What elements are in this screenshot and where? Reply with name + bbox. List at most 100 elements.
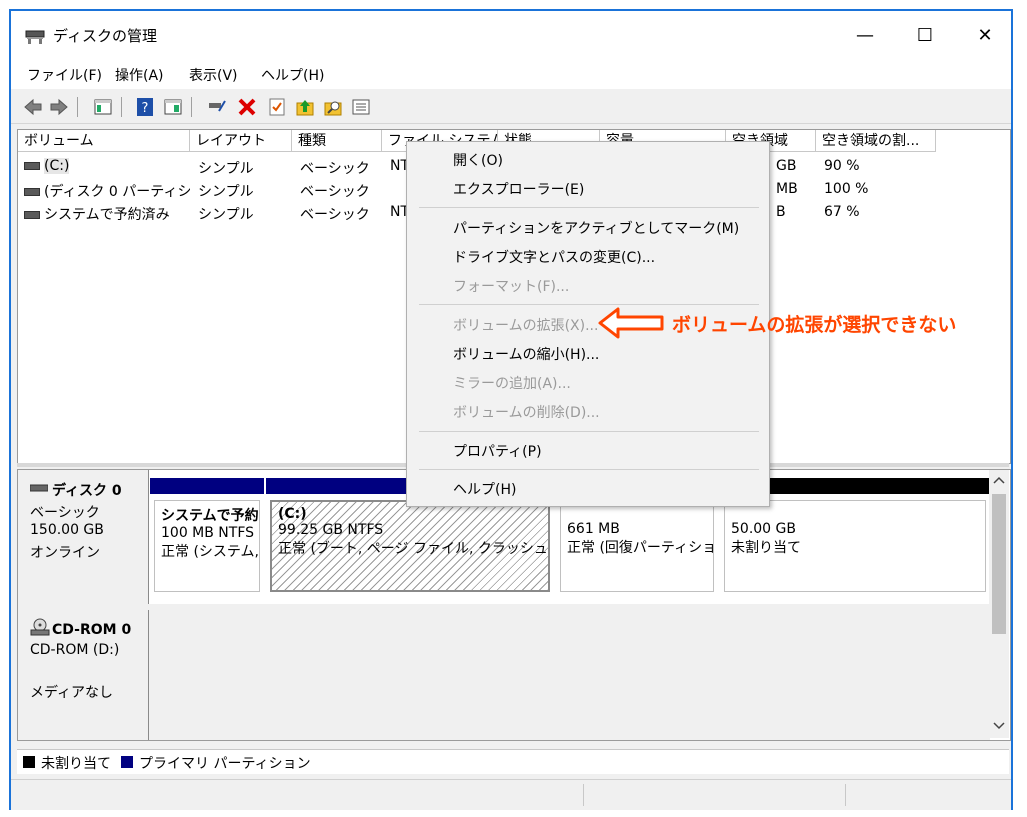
menu-item-delete-volume: ボリュームの削除(D)... bbox=[453, 405, 600, 421]
console-tree-icon[interactable] bbox=[93, 97, 113, 117]
column-header-free-percent[interactable]: 空き領域の割... bbox=[816, 130, 936, 152]
delete-icon[interactable] bbox=[237, 97, 257, 117]
volume-free-percent: 67 % bbox=[824, 204, 860, 220]
volume-free-percent: 100 % bbox=[824, 181, 869, 197]
partition-label: システムで予約 bbox=[161, 508, 259, 524]
disk-status: オンライン bbox=[30, 545, 100, 561]
volume-type: ベーシック bbox=[300, 207, 370, 223]
disk-map-scrollbar[interactable] bbox=[989, 470, 1009, 738]
up-folder-icon[interactable] bbox=[295, 97, 315, 117]
status-divider bbox=[845, 784, 846, 806]
volume-type: ベーシック bbox=[300, 161, 370, 177]
volume-layout: シンプル bbox=[198, 184, 254, 200]
partition-status: 正常 (ブート, ページ ファイル, クラッシュ ダンプ bbox=[278, 541, 548, 557]
close-button[interactable]: ✕ bbox=[965, 23, 1005, 49]
volume-free-space: MB bbox=[776, 181, 798, 197]
volume-name: (ディスク 0 パーティシ... bbox=[44, 184, 190, 200]
table-row-volume[interactable]: (ディスク 0 パーティシ... bbox=[24, 181, 190, 201]
hard-disk-icon bbox=[30, 484, 48, 492]
menu-item-help[interactable]: ヘルプ(H) bbox=[453, 479, 516, 499]
disk-name: ディスク 0 bbox=[52, 483, 122, 499]
minimize-button[interactable]: — bbox=[845, 23, 885, 49]
checklist-icon[interactable] bbox=[267, 97, 287, 117]
partition-label: (C:) bbox=[278, 506, 307, 522]
properties-window-icon[interactable] bbox=[163, 97, 183, 117]
toolbar-separator bbox=[191, 97, 192, 117]
volume-layout: シンプル bbox=[198, 161, 254, 177]
cdrom-0-info[interactable]: CD-ROM 0 CD-ROM (D:) メディアなし bbox=[18, 610, 149, 740]
menu-item-explorer[interactable]: エクスプローラー(E) bbox=[453, 179, 584, 199]
disk-type: CD-ROM (D:) bbox=[30, 642, 120, 658]
partition-body-selected: (C:) 99.25 GB NTFS 正常 (ブート, ページ ファイル, クラ… bbox=[270, 500, 550, 592]
menu-bar: ファイル(F) 操作(A) 表示(V) ヘルプ(H) bbox=[11, 59, 1011, 89]
volume-free-space: GB bbox=[776, 158, 797, 174]
toolbar: ? bbox=[11, 91, 1011, 124]
partition-status: 正常 (システム, bbox=[161, 544, 259, 560]
forward-arrow-icon[interactable] bbox=[49, 97, 69, 117]
legend-swatch-unallocated bbox=[23, 756, 35, 768]
volume-icon bbox=[24, 162, 40, 170]
menu-separator bbox=[419, 469, 759, 470]
title-bar[interactable]: ディスクの管理 — ☐ ✕ bbox=[11, 11, 1011, 59]
table-row-volume[interactable]: システムで予約済み bbox=[24, 204, 190, 224]
menu-item-change-drive-letter[interactable]: ドライブ文字とパスの変更(C)... bbox=[453, 247, 655, 267]
menu-separator bbox=[419, 431, 759, 432]
volume-icon bbox=[24, 188, 40, 196]
menu-item-open[interactable]: 開く(O) bbox=[453, 150, 503, 170]
partition-bar bbox=[150, 478, 264, 494]
column-header-volume[interactable]: ボリューム bbox=[18, 130, 190, 152]
partition-size: 661 MB bbox=[567, 521, 620, 537]
volume-free-space: B bbox=[776, 204, 786, 220]
chevron-down-icon[interactable] bbox=[993, 722, 1005, 730]
toolbar-separator bbox=[121, 97, 122, 117]
partition-size: 50.00 GB bbox=[731, 521, 796, 537]
menu-item-add-mirror: ミラーの追加(A)... bbox=[453, 376, 571, 392]
partition-size: 100 MB NTFS bbox=[161, 525, 255, 541]
cd-drive-icon bbox=[30, 618, 50, 636]
menu-item-mark-active[interactable]: パーティションをアクティブとしてマーク(M) bbox=[453, 218, 739, 238]
connect-icon[interactable] bbox=[207, 97, 227, 117]
maximize-button[interactable]: ☐ bbox=[905, 23, 945, 49]
legend-primary-label: プライマリ パーティション bbox=[139, 756, 311, 772]
disk-map: ディスク 0 ベーシック 150.00 GB オンライン システムで予約 100… bbox=[17, 469, 1011, 741]
chevron-up-icon[interactable] bbox=[993, 476, 1005, 484]
disk-management-icon bbox=[25, 30, 45, 44]
cdrom-empty-area bbox=[149, 610, 990, 740]
partition-label bbox=[731, 505, 979, 521]
menu-item-shrink-volume[interactable]: ボリュームの縮小(H)... bbox=[453, 344, 599, 364]
options-list-icon[interactable] bbox=[351, 97, 371, 117]
legend: 未割り当て プライマリ パーティション bbox=[17, 749, 1009, 774]
volume-icon bbox=[24, 211, 40, 219]
column-header-type[interactable]: 種類 bbox=[292, 130, 382, 152]
annotation-arrow-icon bbox=[598, 307, 664, 339]
legend-swatch-primary bbox=[121, 756, 133, 768]
search-folder-icon[interactable] bbox=[323, 97, 343, 117]
menu-help[interactable]: ヘルプ(H) bbox=[261, 65, 324, 85]
svg-text:?: ? bbox=[142, 101, 149, 116]
status-bar bbox=[11, 779, 1011, 810]
disk-size: 150.00 GB bbox=[30, 522, 104, 538]
table-row-volume[interactable]: (C:) bbox=[24, 158, 190, 174]
help-icon[interactable]: ? bbox=[135, 97, 155, 117]
toolbar-separator bbox=[77, 97, 78, 117]
back-arrow-icon[interactable] bbox=[23, 97, 43, 117]
volume-type: ベーシック bbox=[300, 184, 370, 200]
volume-free-percent: 90 % bbox=[824, 158, 860, 174]
volume-name: システムで予約済み bbox=[44, 207, 170, 223]
partition-body: システムで予約 100 MB NTFS 正常 (システム, bbox=[154, 500, 260, 592]
column-header-layout[interactable]: レイアウト bbox=[190, 130, 292, 152]
menu-action[interactable]: 操作(A) bbox=[115, 65, 164, 85]
window-title: ディスクの管理 bbox=[53, 27, 157, 45]
disk-0-info[interactable]: ディスク 0 ベーシック 150.00 GB オンライン bbox=[18, 470, 149, 605]
partition-system-reserved[interactable]: システムで予約 100 MB NTFS 正常 (システム, bbox=[150, 478, 264, 596]
disk-status: メディアなし bbox=[30, 685, 114, 701]
menu-item-properties[interactable]: プロパティ(P) bbox=[453, 441, 542, 461]
scrollbar-thumb[interactable] bbox=[992, 494, 1006, 634]
disk-name: CD-ROM 0 bbox=[52, 622, 132, 638]
menu-file[interactable]: ファイル(F) bbox=[27, 65, 102, 85]
menu-view[interactable]: 表示(V) bbox=[189, 65, 238, 85]
annotation-text: ボリュームの拡張が選択できない bbox=[672, 314, 957, 336]
menu-separator bbox=[419, 304, 759, 305]
partition-status: 未割り当て bbox=[731, 540, 801, 556]
menu-separator bbox=[419, 207, 759, 208]
